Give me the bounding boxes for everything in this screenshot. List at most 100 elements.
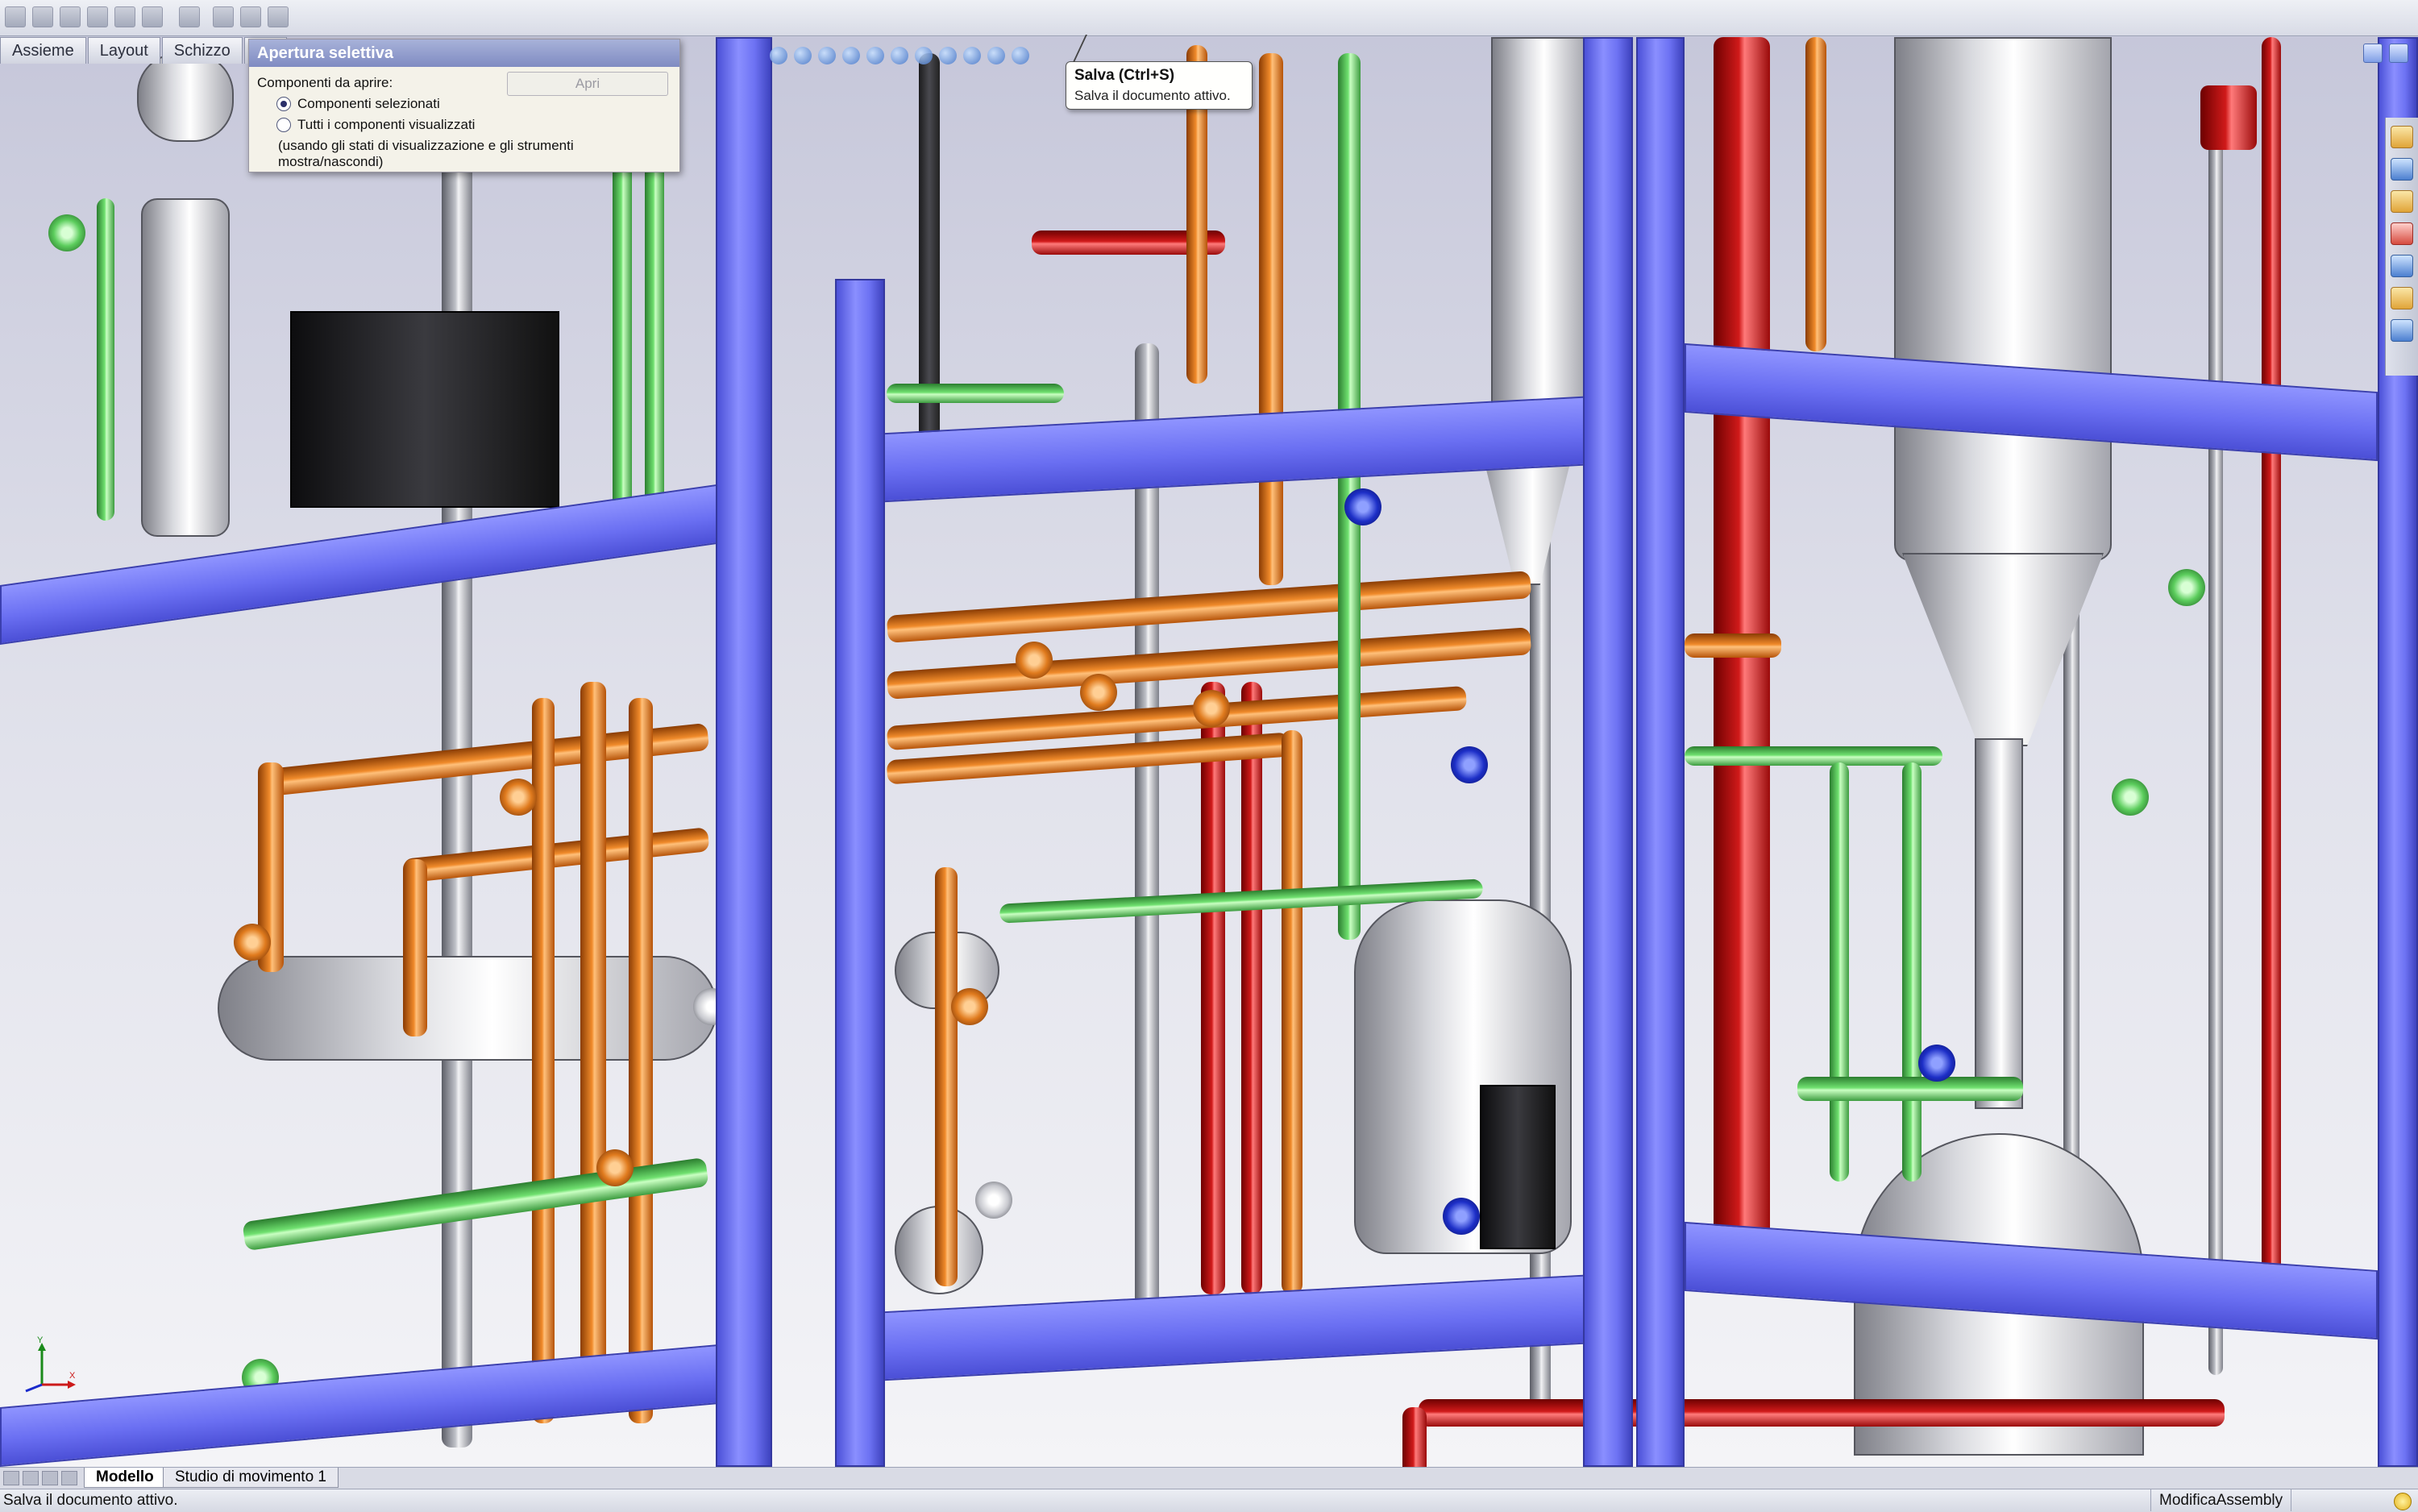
mate-icon[interactable]: [240, 6, 261, 27]
open-button[interactable]: Apri: [507, 72, 668, 96]
flange[interactable]: [2112, 779, 2149, 816]
orange-pipe[interactable]: [532, 698, 555, 1423]
orange-pipe[interactable]: [629, 698, 653, 1423]
valve[interactable]: [1443, 1198, 1480, 1235]
green-pipe[interactable]: [97, 198, 114, 521]
restore-window-icon[interactable]: [2363, 44, 2383, 63]
green-pipe[interactable]: [887, 384, 1064, 403]
red-pipe[interactable]: [1241, 682, 1262, 1294]
appearances-icon[interactable]: [2391, 287, 2413, 309]
steel-column[interactable]: [716, 37, 772, 1467]
view-palette-icon[interactable]: [2391, 255, 2413, 277]
radio-selected-components[interactable]: [276, 97, 291, 111]
red-pipe[interactable]: [2262, 37, 2281, 1327]
radio-all-visible-components[interactable]: [276, 118, 291, 132]
flange[interactable]: [1016, 642, 1053, 679]
column-vessel[interactable]: [1894, 37, 2112, 561]
steel-column[interactable]: [835, 279, 885, 1467]
rebuild-icon[interactable]: [142, 6, 163, 27]
tab-schizzo[interactable]: Schizzo: [161, 37, 243, 64]
orange-pipe[interactable]: [1259, 53, 1283, 585]
home-icon[interactable]: [2391, 126, 2413, 148]
orange-pipe[interactable]: [403, 859, 427, 1036]
steel-beam[interactable]: [835, 396, 1585, 505]
vertical-pipe[interactable]: [919, 53, 940, 440]
orange-pipe[interactable]: [1282, 730, 1302, 1294]
first-tab-arrow-icon[interactable]: [3, 1471, 19, 1485]
column-vessel[interactable]: [1491, 37, 1588, 432]
apply-scene-icon[interactable]: [987, 47, 1005, 64]
orange-pipe[interactable]: [1685, 633, 1781, 658]
valve-handwheel[interactable]: [500, 779, 537, 816]
black-equipment[interactable]: [290, 311, 559, 508]
flange[interactable]: [1193, 690, 1230, 727]
file-explorer-icon[interactable]: [2391, 190, 2413, 213]
valve[interactable]: [1451, 746, 1488, 783]
flange[interactable]: [234, 924, 271, 961]
option-all-visible-components[interactable]: Tutti i componenti visualizzati: [257, 117, 671, 133]
filter-vessel[interactable]: [137, 53, 234, 142]
steel-column[interactable]: [1636, 37, 1685, 1467]
help-icon[interactable]: [2394, 1493, 2412, 1510]
red-pipe[interactable]: [1201, 682, 1225, 1294]
zoom-to-area-icon[interactable]: [794, 47, 812, 64]
hide-show-items-icon[interactable]: [939, 47, 957, 64]
last-tab-arrow-icon[interactable]: [61, 1471, 77, 1485]
view-settings-icon[interactable]: [1012, 47, 1029, 64]
design-library-icon[interactable]: [2391, 158, 2413, 181]
previous-view-icon[interactable]: [818, 47, 836, 64]
insert-component-icon[interactable]: [213, 6, 234, 27]
tab-modello[interactable]: Modello: [84, 1468, 166, 1488]
orange-pipe[interactable]: [580, 682, 606, 1391]
vertical-pipe[interactable]: [2208, 85, 2223, 1375]
view-orientation-icon[interactable]: [891, 47, 908, 64]
flange[interactable]: [951, 988, 988, 1025]
flange[interactable]: [975, 1182, 1012, 1219]
steel-beam[interactable]: [0, 1344, 725, 1467]
green-pipe[interactable]: [1902, 762, 1922, 1182]
standard-toolbar: [0, 0, 2418, 36]
prev-tab-arrow-icon[interactable]: [23, 1471, 39, 1485]
red-pipe[interactable]: [1419, 1399, 2225, 1427]
green-pipe[interactable]: [1797, 1077, 2023, 1101]
custom-properties-icon[interactable]: [2391, 319, 2413, 342]
move-component-icon[interactable]: [268, 6, 289, 27]
green-pipe[interactable]: [1830, 762, 1849, 1182]
flange[interactable]: [1080, 674, 1117, 711]
undo-icon[interactable]: [87, 6, 108, 27]
rotate-view-icon[interactable]: [866, 47, 884, 64]
orange-pipe[interactable]: [886, 571, 1532, 643]
flange[interactable]: [2168, 569, 2205, 606]
green-pipe[interactable]: [1685, 746, 1942, 766]
vertical-pipe[interactable]: [442, 45, 472, 1448]
section-view-icon[interactable]: [842, 47, 860, 64]
new-document-icon[interactable]: [5, 6, 26, 27]
next-tab-arrow-icon[interactable]: [42, 1471, 58, 1485]
red-valve[interactable]: [2200, 85, 2257, 150]
steel-column[interactable]: [1583, 37, 1633, 1467]
edit-appearance-icon[interactable]: [963, 47, 981, 64]
flange[interactable]: [48, 214, 85, 251]
tab-assieme[interactable]: Assieme: [0, 37, 86, 64]
options-icon[interactable]: [179, 6, 200, 27]
maximize-window-icon[interactable]: [2389, 44, 2408, 63]
black-equipment[interactable]: [1480, 1085, 1556, 1249]
orange-pipe[interactable]: [935, 867, 958, 1286]
valve[interactable]: [1918, 1045, 1955, 1082]
zoom-to-fit-icon[interactable]: [770, 47, 787, 64]
option-selected-components[interactable]: Componenti selezionati: [257, 96, 671, 112]
orange-pipe[interactable]: [1805, 37, 1826, 351]
select-icon[interactable]: [114, 6, 135, 27]
red-pipe[interactable]: [1402, 1407, 1427, 1467]
save-icon[interactable]: [32, 6, 53, 27]
valve[interactable]: [1344, 488, 1381, 525]
display-style-icon[interactable]: [915, 47, 933, 64]
tank-vessel[interactable]: [141, 198, 230, 537]
graphics-area[interactable]: Y X: [0, 37, 2418, 1467]
flange[interactable]: [596, 1149, 634, 1186]
column-vessel[interactable]: [1975, 738, 2023, 1109]
search-icon[interactable]: [2391, 222, 2413, 245]
tab-layout[interactable]: Layout: [87, 37, 160, 64]
print-icon[interactable]: [60, 6, 81, 27]
tab-motion-study[interactable]: Studio di movimento 1: [163, 1468, 339, 1488]
